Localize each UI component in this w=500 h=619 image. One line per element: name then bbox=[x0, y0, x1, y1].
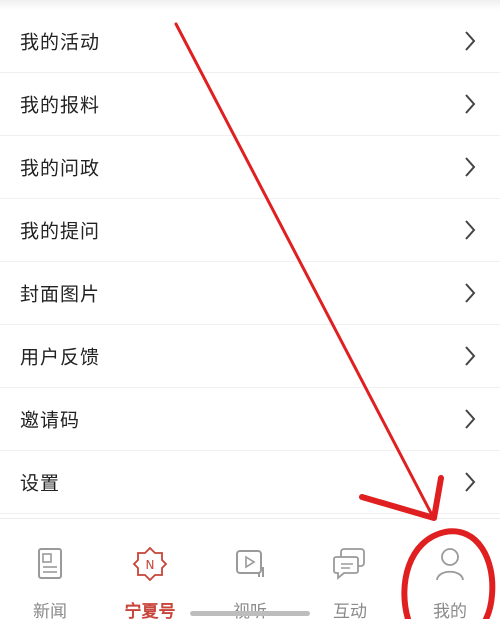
tab-interaction[interactable]: 互动 bbox=[300, 519, 400, 619]
svg-text:N: N bbox=[146, 558, 155, 572]
chevron-right-icon bbox=[465, 283, 476, 303]
video-icon bbox=[236, 550, 264, 577]
tab-label: 新闻 bbox=[33, 602, 67, 619]
home-indicator bbox=[190, 611, 310, 616]
chevron-right-icon bbox=[465, 220, 476, 240]
menu-item-my-reports[interactable]: 我的报料 bbox=[0, 73, 500, 136]
chat-icon bbox=[333, 548, 365, 580]
ningxia-hao-icon: N bbox=[132, 546, 168, 582]
menu-item-settings[interactable]: 设置 bbox=[0, 451, 500, 514]
menu-item-my-questions[interactable]: 我的提问 bbox=[0, 199, 500, 262]
bottom-tab-bar: 新闻 N 宁夏号 视听 互动 bbox=[0, 519, 500, 619]
menu-item-label: 邀请码 bbox=[20, 409, 81, 432]
chevron-right-icon bbox=[465, 472, 476, 492]
tab-label: 互动 bbox=[333, 602, 367, 619]
user-icon bbox=[436, 548, 464, 581]
menu-item-label: 我的活动 bbox=[20, 31, 101, 54]
menu-item-label: 我的问政 bbox=[20, 157, 101, 180]
menu-item-cover-image[interactable]: 封面图片 bbox=[0, 262, 500, 325]
menu-item-label: 我的提问 bbox=[20, 220, 101, 243]
tab-me[interactable]: 我的 bbox=[400, 519, 500, 619]
tab-label: 我的 bbox=[433, 602, 467, 619]
menu-item-label: 我的报料 bbox=[20, 94, 101, 117]
chevron-right-icon bbox=[465, 94, 476, 114]
tab-label: 宁夏号 bbox=[124, 602, 176, 619]
menu-item-my-inquiries[interactable]: 我的问政 bbox=[0, 136, 500, 199]
chevron-right-icon bbox=[465, 31, 476, 51]
menu-item-feedback[interactable]: 用户反馈 bbox=[0, 325, 500, 388]
menu-item-label: 封面图片 bbox=[20, 283, 101, 306]
menu-item-label: 设置 bbox=[20, 472, 61, 495]
menu-item-invite-code[interactable]: 邀请码 bbox=[0, 388, 500, 451]
tab-video[interactable]: 视听 bbox=[200, 519, 300, 619]
tab-ningxia-hao[interactable]: N 宁夏号 bbox=[100, 519, 200, 619]
profile-page: 我的活动 我的报料 我的问政 我的提问 封面图片 用户反馈 邀请码 设置 新闻 … bbox=[0, 0, 500, 619]
menu-item-my-activities[interactable]: 我的活动 bbox=[0, 10, 500, 73]
news-icon bbox=[38, 548, 62, 579]
chevron-right-icon bbox=[465, 157, 476, 177]
tab-news[interactable]: 新闻 bbox=[0, 519, 100, 619]
menu-item-label: 用户反馈 bbox=[20, 346, 101, 369]
chevron-right-icon bbox=[465, 346, 476, 366]
top-shade bbox=[0, 0, 500, 10]
chevron-right-icon bbox=[465, 409, 476, 429]
menu-list: 我的活动 我的报料 我的问政 我的提问 封面图片 用户反馈 邀请码 设置 bbox=[0, 10, 500, 514]
